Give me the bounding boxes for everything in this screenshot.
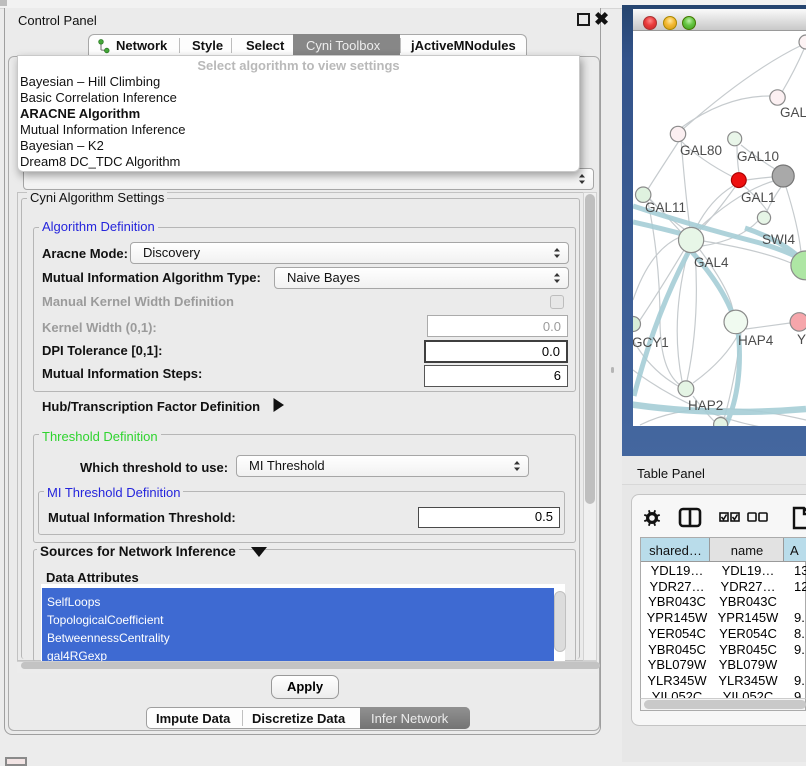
svg-text:Y: Y xyxy=(797,332,806,347)
svg-text:GAL1: GAL1 xyxy=(741,190,776,205)
svg-text:HAP4: HAP4 xyxy=(738,333,774,348)
svg-text:SWI4: SWI4 xyxy=(762,232,795,247)
svg-text:GAL10: GAL10 xyxy=(737,149,779,164)
svg-text:GCY1: GCY1 xyxy=(633,335,669,350)
svg-text:GAL11: GAL11 xyxy=(645,200,686,215)
svg-text:GAL: GAL xyxy=(780,105,806,120)
svg-text:GAL80: GAL80 xyxy=(680,143,722,158)
svg-text:HAP2: HAP2 xyxy=(688,398,723,413)
svg-text:GAL4: GAL4 xyxy=(694,255,729,270)
